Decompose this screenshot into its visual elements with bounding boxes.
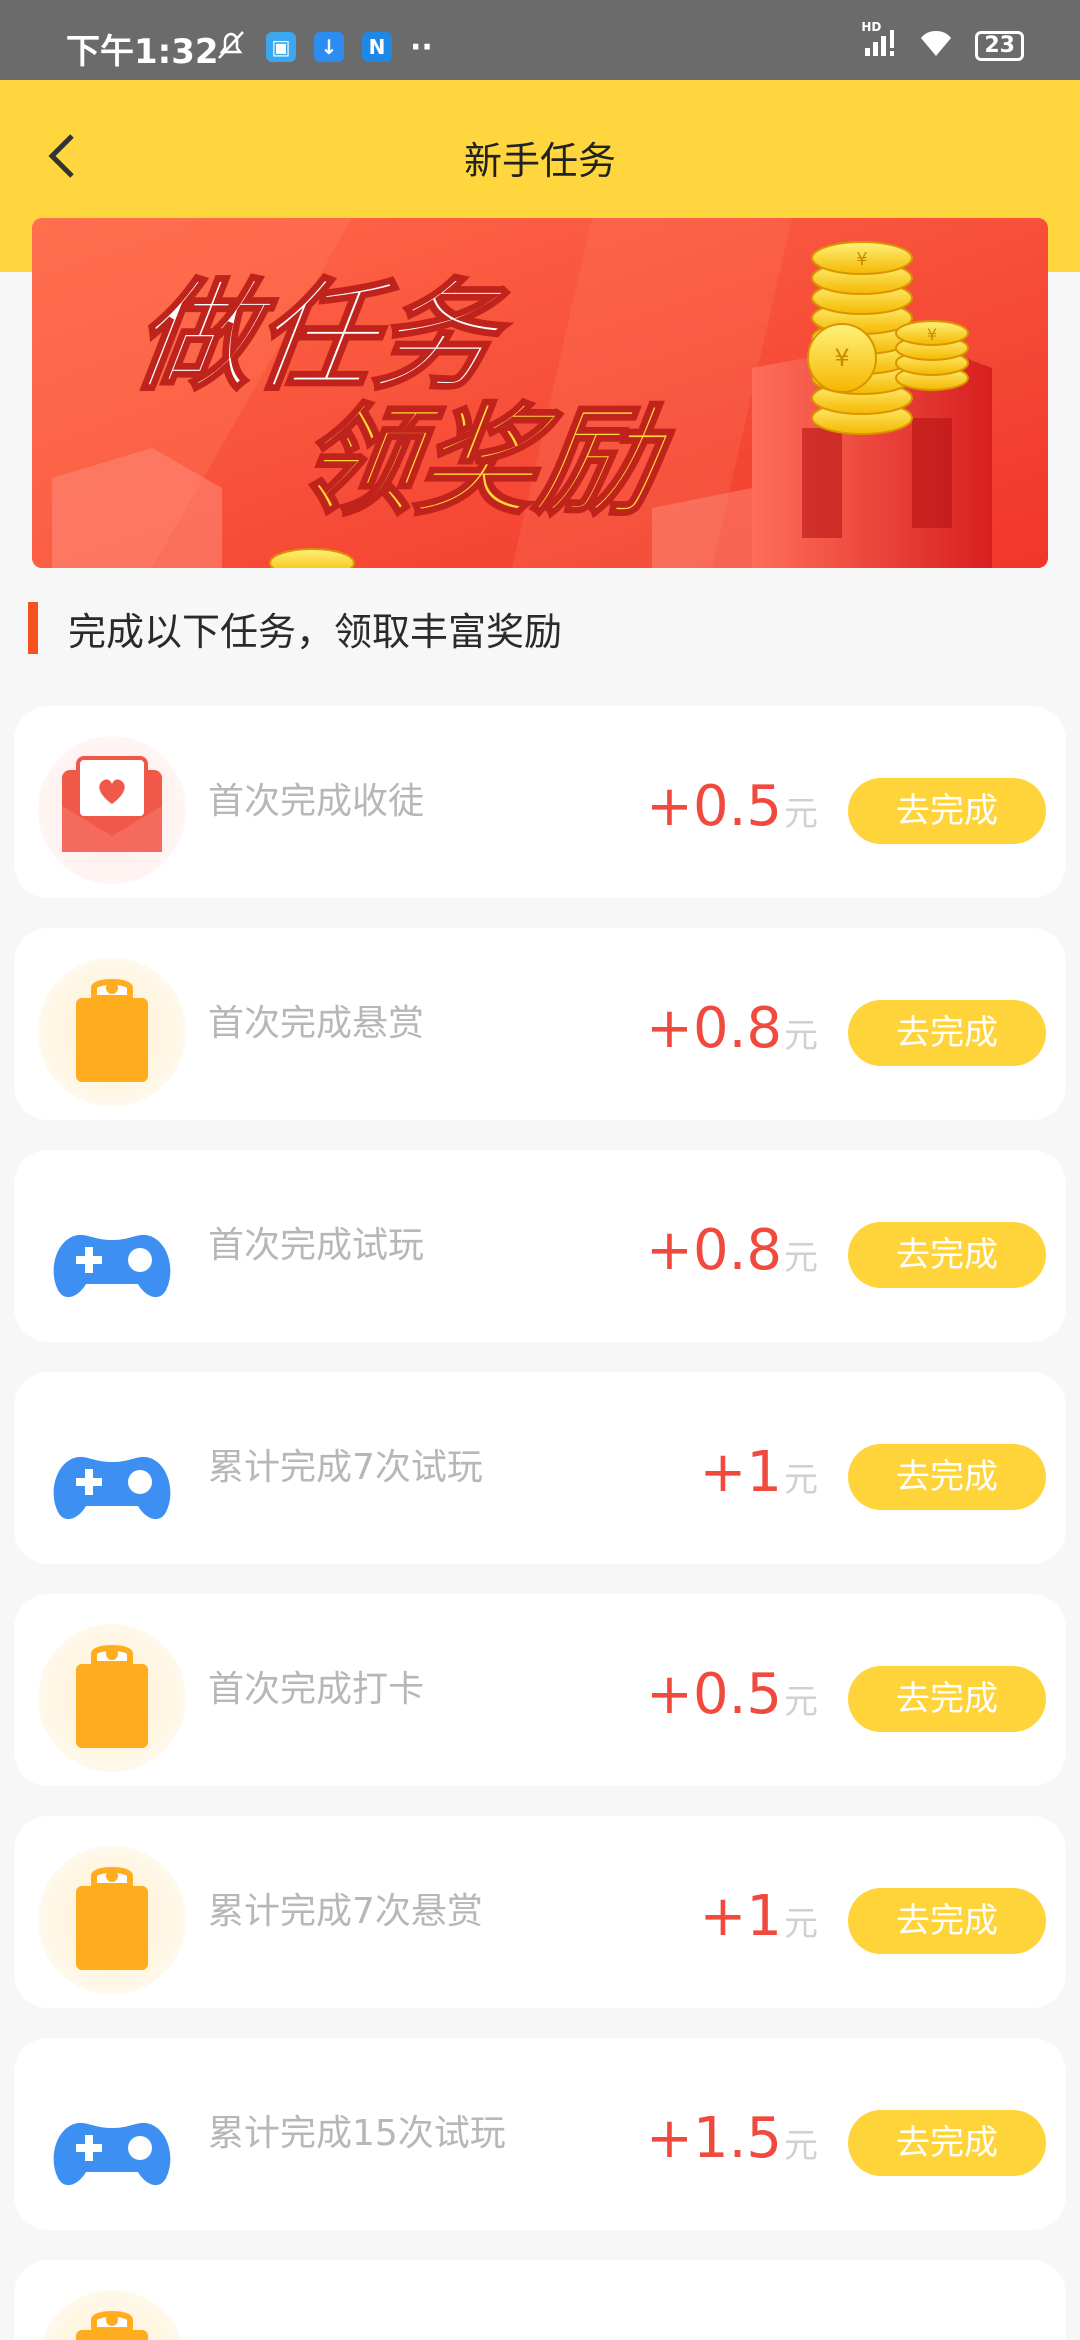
- n-app-icon: N: [362, 32, 392, 62]
- clipboard-icon: [38, 958, 186, 1106]
- gamepad-icon: [38, 1402, 186, 1550]
- task-card-partial: [14, 2260, 1066, 2340]
- reward-amount: +1: [699, 1440, 782, 1505]
- task-reward: +1.5元: [646, 2106, 818, 2171]
- go-complete-button[interactable]: 去完成: [848, 1888, 1046, 1954]
- banner-title-line1: 做任务: [125, 268, 518, 407]
- task-label: 首次完成收徒: [208, 781, 425, 822]
- more-dots: ··: [410, 29, 433, 65]
- status-time: 下午1:32: [66, 32, 219, 72]
- reward-unit: 元: [784, 794, 818, 834]
- reward-unit: 元: [784, 1016, 818, 1056]
- task-reward: +0.5元: [646, 774, 818, 839]
- go-complete-button[interactable]: 去完成: [848, 1000, 1046, 1066]
- reward-unit: 元: [784, 1460, 818, 1500]
- reward-amount: +0.8: [646, 1218, 782, 1283]
- clipboard-icon: [38, 1624, 186, 1772]
- task-label: 累计完成7次试玩: [208, 1447, 483, 1488]
- task-card: 累计完成7次试玩 +1元 去完成: [14, 1372, 1066, 1564]
- svg-text:¥: ¥: [927, 325, 937, 344]
- status-bar: 下午1:32 ▣ ↓ N ·· HD 23: [0, 0, 1080, 80]
- chat-app-icon: ▣: [266, 32, 296, 62]
- banner-graphic: ¥ ¥ ¥ 做任务 领奖励: [32, 218, 1048, 568]
- task-card: 累计完成15次试玩 +1.5元 去完成: [14, 2038, 1066, 2230]
- task-label: 首次完成试玩: [208, 1225, 425, 1266]
- promo-banner[interactable]: ¥ ¥ ¥ 做任务 领奖励: [32, 218, 1048, 568]
- task-card: 首次完成试玩 +0.8元 去完成: [14, 1150, 1066, 1342]
- go-complete-button[interactable]: 去完成: [848, 2110, 1046, 2176]
- signal-icon: HD: [861, 20, 897, 64]
- task-reward: +0.5元: [646, 1662, 818, 1727]
- task-card: 首次完成悬赏 +0.8元 去完成: [14, 928, 1066, 1120]
- go-complete-button[interactable]: 去完成: [848, 1666, 1046, 1732]
- task-card: 首次完成收徒 +0.5元 去完成: [14, 706, 1066, 898]
- section-heading: 完成以下任务，领取丰富奖励: [28, 602, 562, 654]
- task-label: 累计完成7次悬赏: [208, 1891, 483, 1932]
- reward-unit: 元: [784, 1682, 818, 1722]
- reward-amount: +1.5: [646, 2106, 782, 2171]
- wifi-icon: [919, 28, 953, 64]
- reward-unit: 元: [784, 1904, 818, 1944]
- task-label: 累计完成15次试玩: [208, 2113, 506, 2154]
- reward-amount: +0.5: [646, 774, 782, 839]
- go-complete-button[interactable]: 去完成: [848, 1444, 1046, 1510]
- download-icon: ↓: [314, 32, 344, 62]
- task-reward: +0.8元: [646, 996, 818, 1061]
- task-label: 首次完成打卡: [208, 1669, 425, 1710]
- go-complete-button[interactable]: 去完成: [848, 778, 1046, 844]
- gamepad-icon: [38, 1180, 186, 1328]
- envelope-heart-icon: [38, 736, 186, 884]
- task-card: 累计完成7次悬赏 +1元 去完成: [14, 1816, 1066, 2008]
- svg-text:¥: ¥: [834, 344, 849, 372]
- go-complete-button[interactable]: 去完成: [848, 1222, 1046, 1288]
- mute-bell-icon: [214, 28, 248, 66]
- task-reward: +1元: [699, 1884, 818, 1949]
- battery-indicator: 23: [975, 31, 1024, 61]
- svg-text:¥: ¥: [856, 249, 867, 270]
- clipboard-icon: [38, 1846, 186, 1994]
- task-card: 首次完成打卡 +0.5元 去完成: [14, 1594, 1066, 1786]
- task-label: 首次完成悬赏: [208, 1003, 425, 1044]
- page-title: 新手任务: [463, 139, 616, 183]
- gamepad-icon: [38, 2068, 186, 2216]
- reward-amount: +0.5: [646, 1662, 782, 1727]
- task-reward: +0.8元: [646, 1218, 818, 1283]
- task-reward: +1元: [699, 1440, 818, 1505]
- clipboard-icon: [38, 2290, 186, 2340]
- reward-unit: 元: [784, 1238, 818, 1278]
- section-accent-bar: [28, 602, 38, 654]
- reward-amount: +0.8: [646, 996, 782, 1061]
- reward-unit: 元: [784, 2126, 818, 2166]
- section-heading-text: 完成以下任务，领取丰富奖励: [68, 609, 563, 654]
- banner-title-line2: 领奖励: [288, 393, 680, 532]
- reward-amount: +1: [699, 1884, 782, 1949]
